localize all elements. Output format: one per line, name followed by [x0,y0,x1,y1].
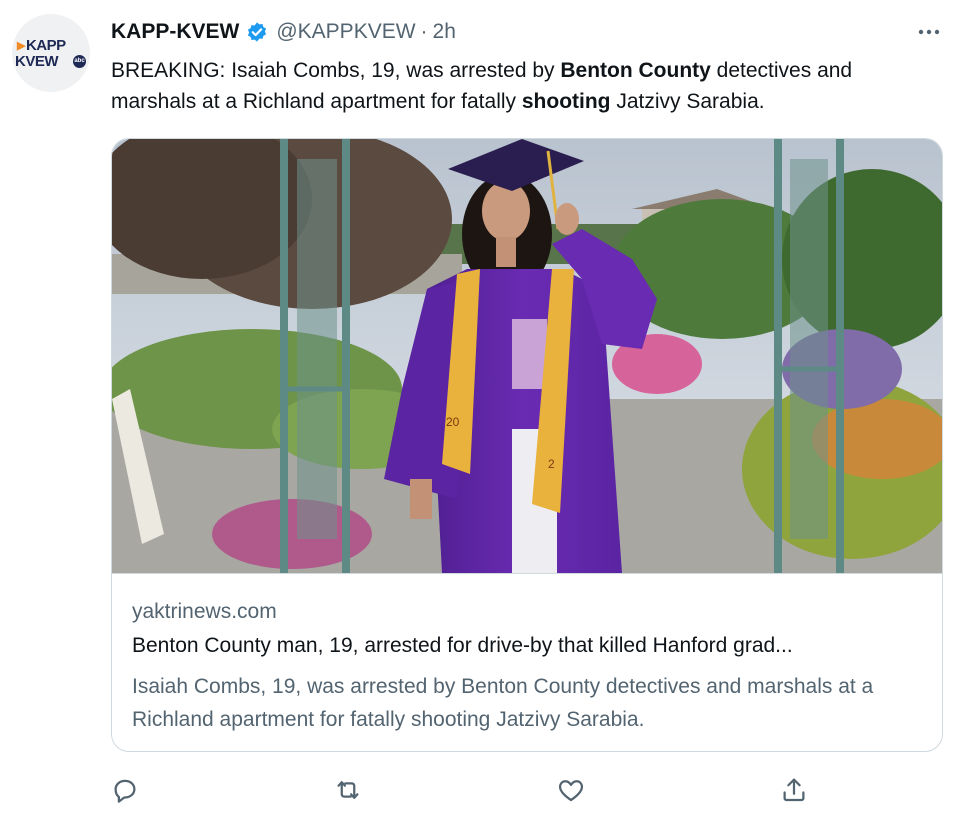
account-avatar[interactable]: ▶KAPP KVEW abc [12,14,90,92]
more-options-icon[interactable] [916,22,942,42]
avatar-logo-line1: ▶KAPP [17,37,66,54]
avatar-logo-badge: abc [73,55,86,68]
like-icon[interactable] [556,775,586,805]
avatar-logo-line2: KVEW [15,53,59,70]
card-photo[interactable]: 20 2 [112,139,942,573]
retweet-icon[interactable] [333,775,363,805]
link-preview-card[interactable]: 20 2 yaktrinews.com Benton County man, 1… [111,138,943,752]
stole-text-right: 2 [548,457,555,471]
reply-icon[interactable] [110,775,140,805]
verified-badge-icon [246,21,268,43]
card-description: Isaiah Combs, 19, was arrested by Benton… [132,675,874,731]
card-title: Benton County man, 19, arrested for driv… [132,634,793,657]
card-body[interactable]: yaktrinews.com Benton County man, 19, ar… [112,573,942,751]
tweet-text: BREAKING: Isaiah Combs, 19, was arrested… [111,55,941,117]
tweet-text-bold: Benton County [560,59,711,82]
tweet-text-segment: BREAKING: Isaiah Combs, 19, was arrested… [111,59,561,82]
tweet-header: KAPP-KVEW @KAPPKVEW · 2h [111,17,456,47]
share-icon[interactable] [779,775,809,805]
account-handle[interactable]: @KAPPKVEW [276,20,415,44]
separator-dot: · [420,20,428,43]
stole-text-left: 20 [446,415,460,429]
display-name[interactable]: KAPP-KVEW [111,20,239,44]
tweet-text-bold: shooting [521,90,611,113]
tweet-action-bar [0,775,960,805]
tweet-timestamp[interactable]: 2h [433,20,456,44]
tweet-text-segment: Jatzivy Sarabia. [610,90,765,113]
card-domain: yaktrinews.com [132,600,277,623]
